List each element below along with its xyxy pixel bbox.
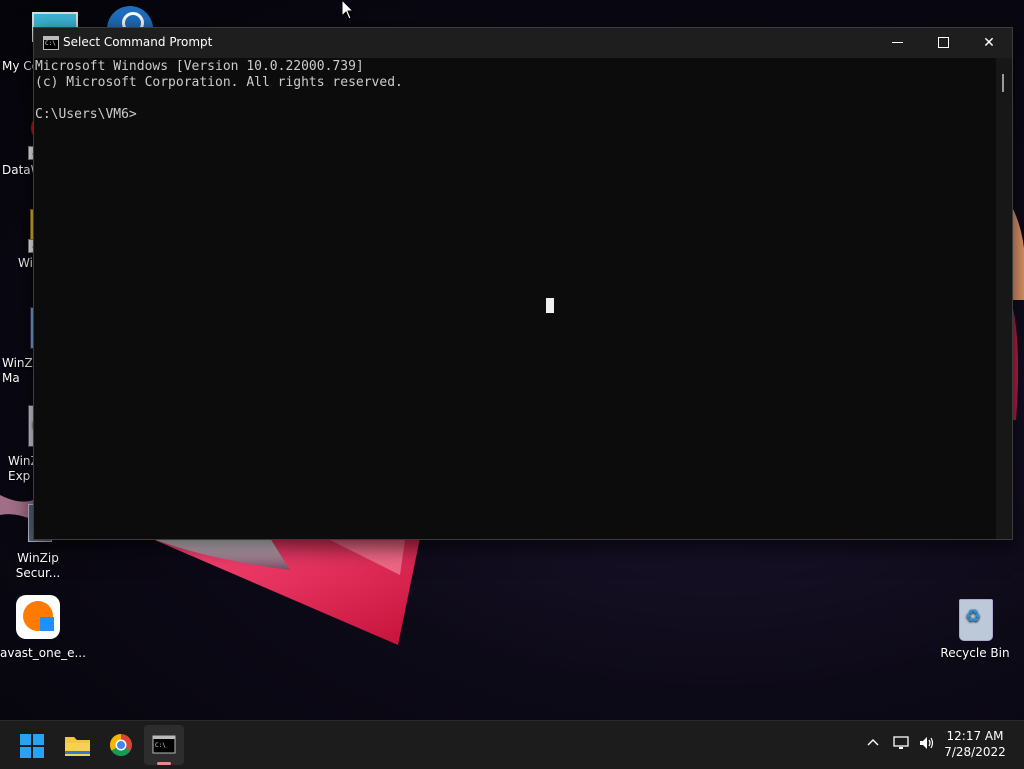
console-output[interactable]: Microsoft Windows [Version 10.0.22000.73… — [34, 58, 996, 539]
file-explorer-icon — [65, 737, 90, 756]
windows-start-icon — [20, 734, 44, 758]
minimize-button[interactable] — [874, 28, 920, 58]
desktop-icon-recycle-bin[interactable]: ♻ Recycle Bin — [937, 595, 1013, 661]
avast-icon — [14, 595, 62, 643]
desktop-icon-avast-one[interactable]: avast_one_e... — [0, 595, 86, 661]
clock-time: 12:17 AM — [946, 729, 1004, 743]
taskbar-command-prompt[interactable]: C:\ — [144, 725, 184, 765]
window-title: Select Command Prompt — [63, 35, 213, 49]
network-icon — [893, 736, 909, 749]
maximize-button[interactable] — [920, 28, 966, 58]
chrome-icon — [110, 734, 132, 756]
taskbar-file-explorer[interactable] — [57, 725, 97, 765]
command-prompt-icon: C:\ — [152, 735, 176, 754]
close-button[interactable]: ✕ — [966, 28, 1012, 58]
desktop-icon-label: WinZip Secur... — [15, 551, 61, 580]
taskbar: C:\ 12:17 AM 7/28/2022 — [0, 720, 1024, 769]
start-button[interactable] — [12, 725, 52, 765]
volume-control[interactable] — [918, 735, 936, 755]
command-prompt-window[interactable]: C:\ Select Command Prompt ✕ Microsoft Wi… — [33, 27, 1013, 540]
active-indicator — [157, 762, 171, 765]
selection-cursor — [546, 298, 554, 313]
system-clock[interactable]: 12:17 AM 7/28/2022 — [940, 728, 1010, 760]
desktop: My Co ↗ DataW ↗ Wi WinZi Ma PD WinZ Exp — [0, 0, 1024, 720]
scrollbar-thumb[interactable] — [1002, 74, 1004, 92]
console-line: (c) Microsoft Corporation. All rights re… — [35, 75, 403, 90]
desktop-icon-label: Recycle Bin — [940, 646, 1010, 660]
mouse-pointer-icon — [341, 0, 355, 20]
recycle-bin-icon: ♻ — [951, 595, 999, 643]
window-titlebar[interactable]: C:\ Select Command Prompt ✕ — [34, 28, 1012, 58]
chevron-up-icon — [867, 739, 879, 746]
vertical-scrollbar[interactable] — [996, 58, 1012, 539]
desktop-icon-label: avast_one_e... — [0, 646, 86, 660]
network-status[interactable] — [893, 735, 911, 755]
console-prompt: C:\Users\VM6> — [35, 107, 137, 122]
show-hidden-icons-button[interactable] — [866, 735, 880, 753]
icon-glyph-text: C:\ — [45, 40, 56, 47]
svg-text:C:\: C:\ — [155, 742, 166, 749]
taskbar-chrome[interactable] — [101, 725, 141, 765]
clock-date: 7/28/2022 — [944, 745, 1006, 759]
console-line: Microsoft Windows [Version 10.0.22000.73… — [35, 59, 364, 74]
close-icon: ✕ — [983, 35, 995, 51]
speaker-icon — [920, 737, 934, 749]
command-prompt-icon: C:\ — [43, 36, 59, 50]
